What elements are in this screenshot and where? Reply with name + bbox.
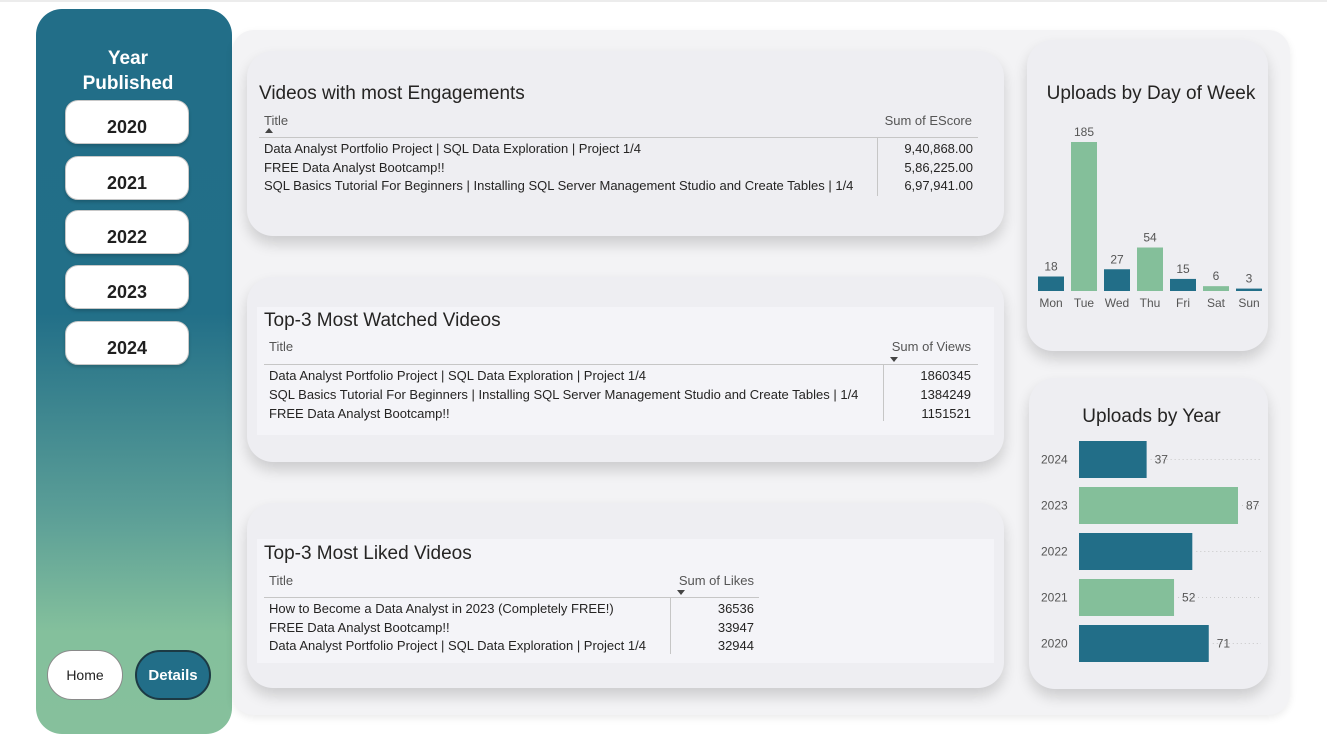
bar-sat bbox=[1203, 286, 1229, 291]
sort-descending-icon bbox=[677, 590, 685, 595]
table-row-value: 36536 bbox=[717, 601, 754, 616]
day-of-week-chart-card: Uploads by Day of Week 18 Mon 185 Tue 27 Wed 5… bbox=[1027, 40, 1268, 351]
tick-label-2020: 2020 bbox=[1041, 637, 1068, 651]
table-row-title: How to Become a Data Analyst in 2023 (Co… bbox=[269, 601, 614, 616]
bar-2023 bbox=[1079, 487, 1238, 524]
data-label-mon: 18 bbox=[1044, 260, 1058, 274]
home-button[interactable]: Home bbox=[47, 650, 123, 700]
tick-label-tue: Tue bbox=[1074, 296, 1095, 310]
header-divider bbox=[264, 364, 978, 365]
bar-thu bbox=[1137, 247, 1163, 291]
year-button-2023[interactable]: 2023 bbox=[65, 265, 189, 309]
engagements-col-value[interactable]: Sum of EScore bbox=[867, 113, 972, 128]
data-label-2021: 52 bbox=[1182, 591, 1196, 605]
table-row-value: 1384249 bbox=[920, 387, 971, 402]
tick-label-sat: Sat bbox=[1207, 296, 1226, 310]
watched-col-title[interactable]: Title bbox=[269, 339, 293, 354]
data-label-sun: 3 bbox=[1246, 272, 1253, 286]
liked-col-title[interactable]: Title bbox=[269, 573, 293, 588]
bar-2020 bbox=[1079, 625, 1209, 662]
year-button-2021[interactable]: 2021 bbox=[65, 156, 189, 200]
tick-label-2021: 2021 bbox=[1041, 591, 1068, 605]
liked-col-value[interactable]: Sum of Likes bbox=[652, 573, 754, 588]
tick-label-mon: Mon bbox=[1039, 296, 1062, 310]
tick-label-wed: Wed bbox=[1105, 296, 1129, 310]
table-row-title: Data Analyst Portfolio Project | SQL Dat… bbox=[264, 141, 641, 156]
year-bar-chart: 2024 37 2023 87 2022 2021 52 2020 71 bbox=[1041, 441, 1261, 662]
tick-label-thu: Thu bbox=[1140, 296, 1161, 310]
bar-2022 bbox=[1079, 533, 1193, 570]
bar-mon bbox=[1038, 276, 1064, 291]
data-label-fri: 15 bbox=[1176, 262, 1190, 276]
data-label-tue: 185 bbox=[1074, 125, 1094, 139]
engagements-col-title[interactable]: Title bbox=[264, 113, 288, 128]
table-row-title: SQL Basics Tutorial For Beginners | Inst… bbox=[264, 178, 854, 193]
watched-col-value[interactable]: Sum of Views bbox=[867, 339, 971, 354]
tick-label-sun: Sun bbox=[1238, 296, 1259, 310]
table-row-value: 9,40,868.00 bbox=[904, 141, 973, 156]
slicer-title: Year Published bbox=[36, 46, 220, 96]
engagements-title: Videos with most Engagements bbox=[259, 83, 525, 104]
top-border bbox=[0, 0, 1327, 2]
bar-tue bbox=[1071, 142, 1097, 291]
sort-ascending-icon bbox=[265, 128, 273, 133]
table-row-title: FREE Data Analyst Bootcamp!! bbox=[264, 160, 445, 175]
table-row-title: FREE Data Analyst Bootcamp!! bbox=[269, 620, 450, 635]
tick-label-fri: Fri bbox=[1176, 296, 1190, 310]
data-label-2020: 71 bbox=[1217, 637, 1231, 651]
column-divider bbox=[670, 598, 671, 654]
day-of-week-bar-chart: 18 Mon 185 Tue 27 Wed 54 Thu 15 Fri 6 Sat 3 Sun bbox=[1038, 125, 1262, 310]
table-row-value: 5,86,225.00 bbox=[904, 160, 973, 175]
sort-descending-icon bbox=[890, 357, 898, 362]
year-button-2024[interactable]: 2024 bbox=[65, 321, 189, 365]
data-label-wed: 27 bbox=[1110, 252, 1124, 266]
table-row-value: 1151521 bbox=[921, 406, 971, 421]
bar-sun bbox=[1236, 288, 1262, 291]
liked-table-card: Top-3 Most Liked Videos Title Sum of Lik… bbox=[247, 503, 1004, 688]
year-chart-card: Uploads by Year 2024 37 2023 87 2022 2021 52 20… bbox=[1029, 378, 1268, 689]
data-label-2024: 37 bbox=[1155, 453, 1169, 467]
header-divider bbox=[264, 597, 759, 598]
bar-2024 bbox=[1079, 441, 1147, 478]
year-button-2022[interactable]: 2022 bbox=[65, 210, 189, 254]
header-divider bbox=[259, 137, 978, 138]
table-row-value: 32944 bbox=[717, 638, 754, 653]
watched-table-card: Top-3 Most Watched Videos Title Sum of V… bbox=[247, 277, 1004, 462]
watched-title: Top-3 Most Watched Videos bbox=[264, 310, 501, 331]
column-divider bbox=[877, 138, 878, 196]
table-row-value: 1860345 bbox=[920, 368, 971, 383]
column-divider bbox=[883, 365, 884, 421]
table-row-title: Data Analyst Portfolio Project | SQL Dat… bbox=[269, 368, 646, 383]
data-label-2023: 87 bbox=[1246, 499, 1260, 513]
engagements-table-card: Videos with most Engagements Title Sum o… bbox=[247, 51, 1004, 236]
details-button[interactable]: Details bbox=[135, 650, 211, 700]
data-label-sat: 6 bbox=[1213, 269, 1220, 283]
bar-2021 bbox=[1079, 579, 1175, 616]
slicer-title-line2: Published bbox=[82, 73, 174, 94]
tick-label-2024: 2024 bbox=[1041, 453, 1068, 467]
tick-label-2023: 2023 bbox=[1041, 499, 1068, 513]
tick-label-2022: 2022 bbox=[1041, 545, 1068, 559]
year-button-2020[interactable]: 2020 bbox=[65, 100, 189, 144]
slicer-title-line1: Year bbox=[107, 48, 149, 69]
table-row-title: Data Analyst Portfolio Project | SQL Dat… bbox=[269, 638, 646, 653]
table-row-value: 33947 bbox=[717, 620, 754, 635]
table-row-title: SQL Basics Tutorial For Beginners | Inst… bbox=[269, 387, 859, 402]
bar-fri bbox=[1170, 278, 1196, 291]
table-row-title: FREE Data Analyst Bootcamp!! bbox=[269, 406, 450, 421]
table-row-value: 6,97,941.00 bbox=[904, 178, 973, 193]
bar-wed bbox=[1104, 269, 1130, 291]
liked-title: Top-3 Most Liked Videos bbox=[264, 543, 472, 564]
data-label-thu: 54 bbox=[1143, 231, 1157, 245]
year-slicer-panel: Year Published 2020 2021 2022 2023 2024 … bbox=[36, 9, 232, 734]
